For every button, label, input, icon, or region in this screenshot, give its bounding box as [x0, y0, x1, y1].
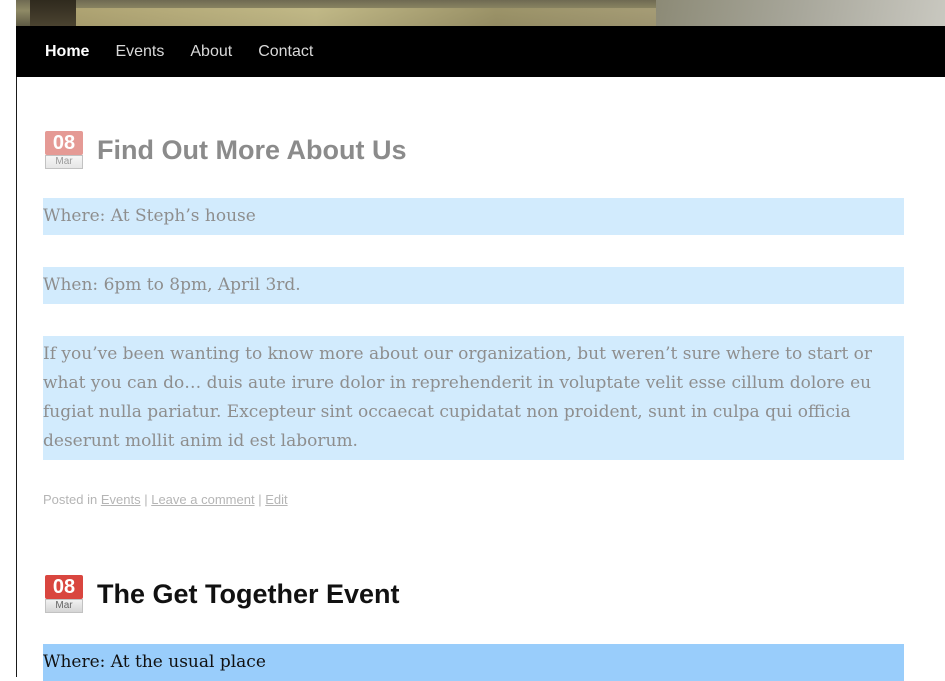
date-day: 08 [45, 575, 83, 599]
nav-item-events[interactable]: Events [115, 43, 164, 61]
tree-trunk-graphic [30, 0, 76, 26]
category-link-events[interactable]: Events [101, 492, 141, 507]
post-title[interactable]: Find Out More About Us [97, 135, 406, 166]
header-banner-image [16, 0, 945, 26]
date-month: Mar [45, 599, 83, 613]
post-body: If you’ve been wanting to know more abou… [43, 336, 904, 460]
nav-item-contact[interactable]: Contact [258, 43, 313, 61]
post-meta: Posted in Events | Leave a comment | Edi… [43, 492, 904, 507]
nav-item-about[interactable]: About [190, 43, 232, 61]
post-when: When: 6pm to 8pm, April 3rd. [43, 267, 904, 304]
grass-graphic [76, 8, 676, 26]
nav-item-home[interactable]: Home [45, 43, 89, 61]
main-navigation: Home Events About Contact [16, 26, 945, 77]
post-where: Where: At the usual place [43, 644, 904, 681]
date-day: 08 [45, 131, 83, 155]
edit-link[interactable]: Edit [265, 492, 287, 507]
post-get-together: 08 Mar The Get Together Event Where: At … [43, 572, 904, 681]
date-month: Mar [45, 155, 83, 169]
post-header: 08 Mar Find Out More About Us [43, 128, 904, 172]
meta-separator: | [258, 492, 262, 507]
path-graphic [656, 0, 945, 26]
date-badge: 08 Mar [43, 129, 85, 171]
leave-comment-link[interactable]: Leave a comment [151, 492, 254, 507]
post-where: Where: At Steph’s house [43, 198, 904, 235]
date-badge: 08 Mar [43, 573, 85, 615]
post-header: 08 Mar The Get Together Event [43, 572, 904, 616]
post-title[interactable]: The Get Together Event [97, 579, 400, 610]
meta-separator: | [144, 492, 148, 507]
posted-in-label: Posted in [43, 492, 98, 507]
post-find-out-more: 08 Mar Find Out More About Us Where: At … [43, 128, 904, 507]
